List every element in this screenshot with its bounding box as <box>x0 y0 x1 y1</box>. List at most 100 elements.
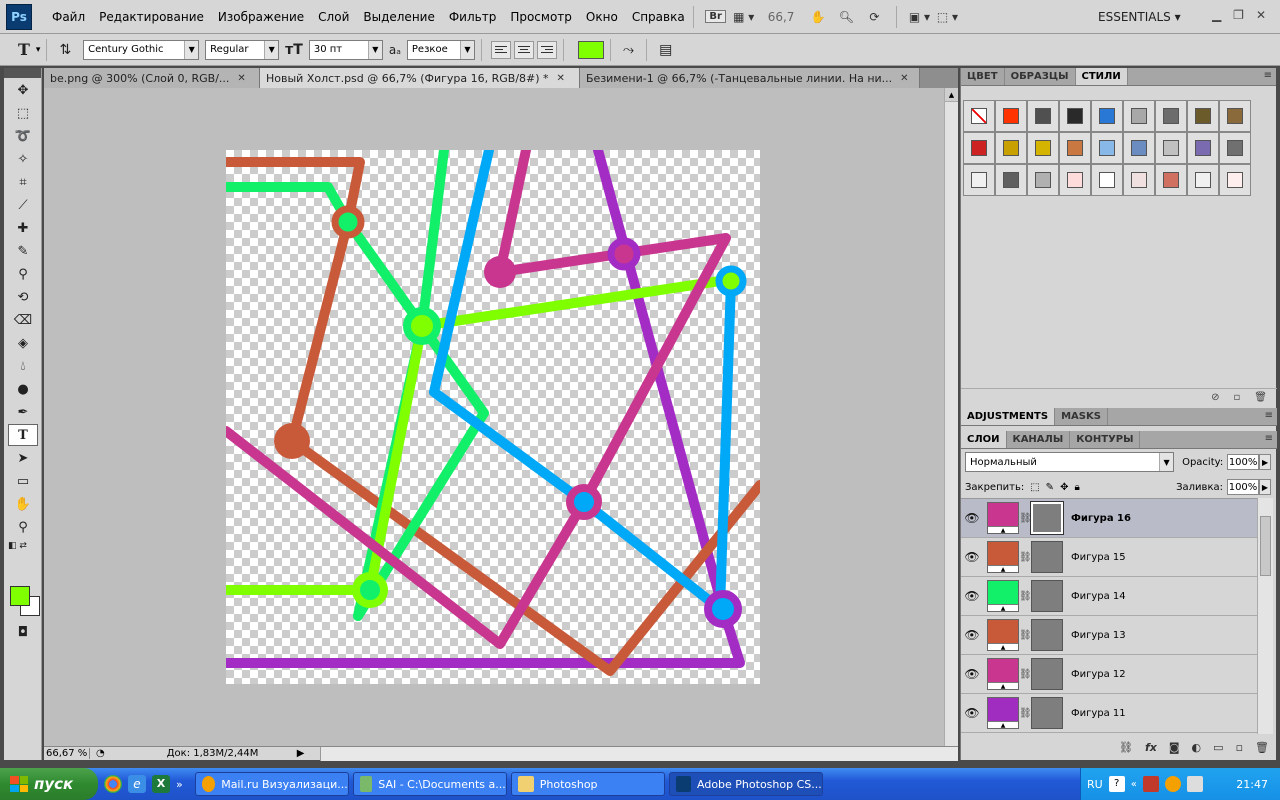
eyedropper-tool-icon[interactable]: ⟋ <box>8 194 38 216</box>
preset-dropdown-icon[interactable]: ▾ <box>36 45 41 55</box>
style-swatch[interactable] <box>963 132 995 164</box>
move-tool-icon[interactable]: ✥ <box>8 79 38 101</box>
type-tool-icon[interactable]: T <box>8 424 38 446</box>
style-swatch[interactable] <box>995 100 1027 132</box>
help-tray-icon[interactable]: ? <box>1108 776 1125 792</box>
horizontal-scrollbar[interactable] <box>320 746 958 761</box>
start-button[interactable]: пуск <box>0 768 98 800</box>
text-color-swatch[interactable] <box>577 40 604 59</box>
mailru-tray-icon[interactable] <box>1164 776 1181 792</box>
style-swatch[interactable] <box>995 164 1027 196</box>
style-swatch[interactable] <box>963 100 995 132</box>
style-swatch[interactable] <box>1027 132 1059 164</box>
tab-layers[interactable]: СЛОИ <box>961 431 1007 448</box>
rectangle-tool-icon[interactable]: ▭ <box>8 470 38 492</box>
status-icon[interactable]: ◔ <box>96 748 105 759</box>
default-colors-icon[interactable]: ◧ ⇄ <box>8 539 38 553</box>
panel-menu-icon[interactable]: ≡ <box>1264 70 1272 81</box>
eraser-tool-icon[interactable]: ⌫ <box>8 309 38 331</box>
vector-mask-thumbnail[interactable] <box>1031 580 1063 612</box>
status-zoom[interactable]: 66,67 % <box>44 748 90 759</box>
menu-edit[interactable]: Редактирование <box>99 10 204 24</box>
panel-grip[interactable] <box>4 68 41 78</box>
style-swatch[interactable] <box>1091 164 1123 196</box>
style-swatch[interactable] <box>1027 100 1059 132</box>
vector-mask-thumbnail[interactable] <box>1031 697 1063 729</box>
style-swatch[interactable] <box>1123 100 1155 132</box>
layer-fill-thumbnail[interactable]: ▲ <box>987 658 1019 690</box>
style-swatch[interactable] <box>963 164 995 196</box>
hand-tool-icon[interactable]: ✋ <box>807 6 829 28</box>
language-indicator[interactable]: RU <box>1087 778 1103 791</box>
zoom-tool-icon[interactable]: ⚲ <box>8 516 38 538</box>
marquee-tool-icon[interactable]: ⬚ <box>8 102 38 124</box>
canvas-area[interactable] <box>44 88 944 746</box>
style-swatch[interactable] <box>995 132 1027 164</box>
task-mailru[interactable]: Mail.ru Визуализаци... <box>194 772 349 796</box>
canvas[interactable] <box>221 145 765 684</box>
status-arrow-icon[interactable]: ▶ <box>297 748 305 759</box>
delete-layer-icon[interactable]: 🗑︎ <box>1255 741 1269 754</box>
menu-layer[interactable]: Слой <box>318 10 349 24</box>
new-style-icon[interactable]: ▫ <box>1234 392 1241 403</box>
layer-row[interactable]: 👁︎ ▲ ⛓ Фигура 16 <box>961 499 1257 538</box>
panel-menu-icon[interactable]: ≡ <box>1265 410 1273 421</box>
visibility-eye-icon[interactable]: 👁︎ <box>961 550 983 564</box>
visibility-eye-icon[interactable]: 👁︎ <box>961 511 983 525</box>
excel-icon[interactable]: X <box>152 775 170 793</box>
opacity-field[interactable]: 100% <box>1227 454 1260 470</box>
tab-paths[interactable]: КОНТУРЫ <box>1070 431 1141 448</box>
view-extras-icon[interactable]: ▦ ▾ <box>733 6 755 28</box>
font-size-select[interactable]: 30 пт ▼ <box>308 39 383 60</box>
visibility-eye-icon[interactable]: 👁︎ <box>961 589 983 603</box>
link-icon[interactable]: ⛓ <box>1019 669 1032 680</box>
menu-window[interactable]: Окно <box>586 10 618 24</box>
vertical-scrollbar[interactable]: ▲ <box>944 88 958 746</box>
menu-select[interactable]: Выделение <box>363 10 434 24</box>
blur-tool-icon[interactable]: 💧︎ <box>8 355 38 377</box>
layer-fill-thumbnail[interactable]: ▲ <box>987 580 1019 612</box>
style-swatch[interactable] <box>1155 100 1187 132</box>
healing-brush-tool-icon[interactable]: ✚ <box>8 217 38 239</box>
antialias-select[interactable]: Резкое ▼ <box>406 39 475 60</box>
path-selection-tool-icon[interactable]: ➤ <box>8 447 38 469</box>
close-icon[interactable]: ✕ <box>237 73 245 84</box>
task-photoshop-folder[interactable]: Photoshop <box>510 772 665 796</box>
lock-position-icon[interactable]: ✥ <box>1060 482 1068 493</box>
delete-style-icon[interactable]: 🗑︎ <box>1254 392 1267 403</box>
restore-icon[interactable]: ❐ <box>1233 8 1244 22</box>
tab-styles[interactable]: СТИЛИ <box>1075 68 1128 85</box>
orientation-toggle-icon[interactable]: ⇅ <box>59 42 71 58</box>
visibility-eye-icon[interactable]: 👁︎ <box>961 628 983 642</box>
font-family-select[interactable]: Century Gothic ▼ <box>83 39 200 60</box>
style-swatch[interactable] <box>1187 164 1219 196</box>
clone-stamp-tool-icon[interactable]: ⚲ <box>8 263 38 285</box>
layer-row[interactable]: 👁︎ ▲ ⛓ Фигура 12 <box>961 655 1257 694</box>
workspace-switcher[interactable]: ESSENTIALS ▾ <box>1098 0 1181 34</box>
pen-tool-icon[interactable]: ✒ <box>8 401 38 423</box>
vector-mask-thumbnail[interactable] <box>1030 501 1064 535</box>
menu-view[interactable]: Просмотр <box>510 10 572 24</box>
style-swatch[interactable] <box>1059 164 1091 196</box>
scroll-thumb[interactable] <box>1260 516 1271 576</box>
style-swatch[interactable] <box>1059 100 1091 132</box>
lasso-tool-icon[interactable]: ➰ <box>8 125 38 147</box>
fill-field[interactable]: 100% <box>1227 479 1259 495</box>
task-adobe-photoshop[interactable]: Adobe Photoshop CS... <box>668 772 823 796</box>
add-mask-icon[interactable]: ◙ <box>1169 741 1180 754</box>
quicklaunch-more-icon[interactable]: » <box>176 778 183 791</box>
bridge-button[interactable]: Br <box>705 6 727 28</box>
tab-swatches[interactable]: ОБРАЗЦЫ <box>1005 68 1076 85</box>
opacity-arrow-icon[interactable]: ▶ <box>1259 454 1271 470</box>
menu-filter[interactable]: Фильтр <box>449 10 496 24</box>
lock-transparency-icon[interactable]: ⬚ <box>1030 482 1039 493</box>
chrome-icon[interactable] <box>104 775 122 793</box>
link-layers-icon[interactable]: ⛓ <box>1119 741 1133 754</box>
task-sai[interactable]: SAI - C:\Documents a... <box>352 772 507 796</box>
new-layer-icon[interactable]: ▫ <box>1236 741 1243 754</box>
ie-icon[interactable]: e <box>128 775 146 793</box>
foreground-color-swatch[interactable] <box>10 586 30 606</box>
adjustment-layer-icon[interactable]: ◐ <box>1192 741 1202 754</box>
close-icon[interactable]: ✕ <box>900 73 908 84</box>
clock[interactable]: 21:47 <box>1236 778 1268 791</box>
